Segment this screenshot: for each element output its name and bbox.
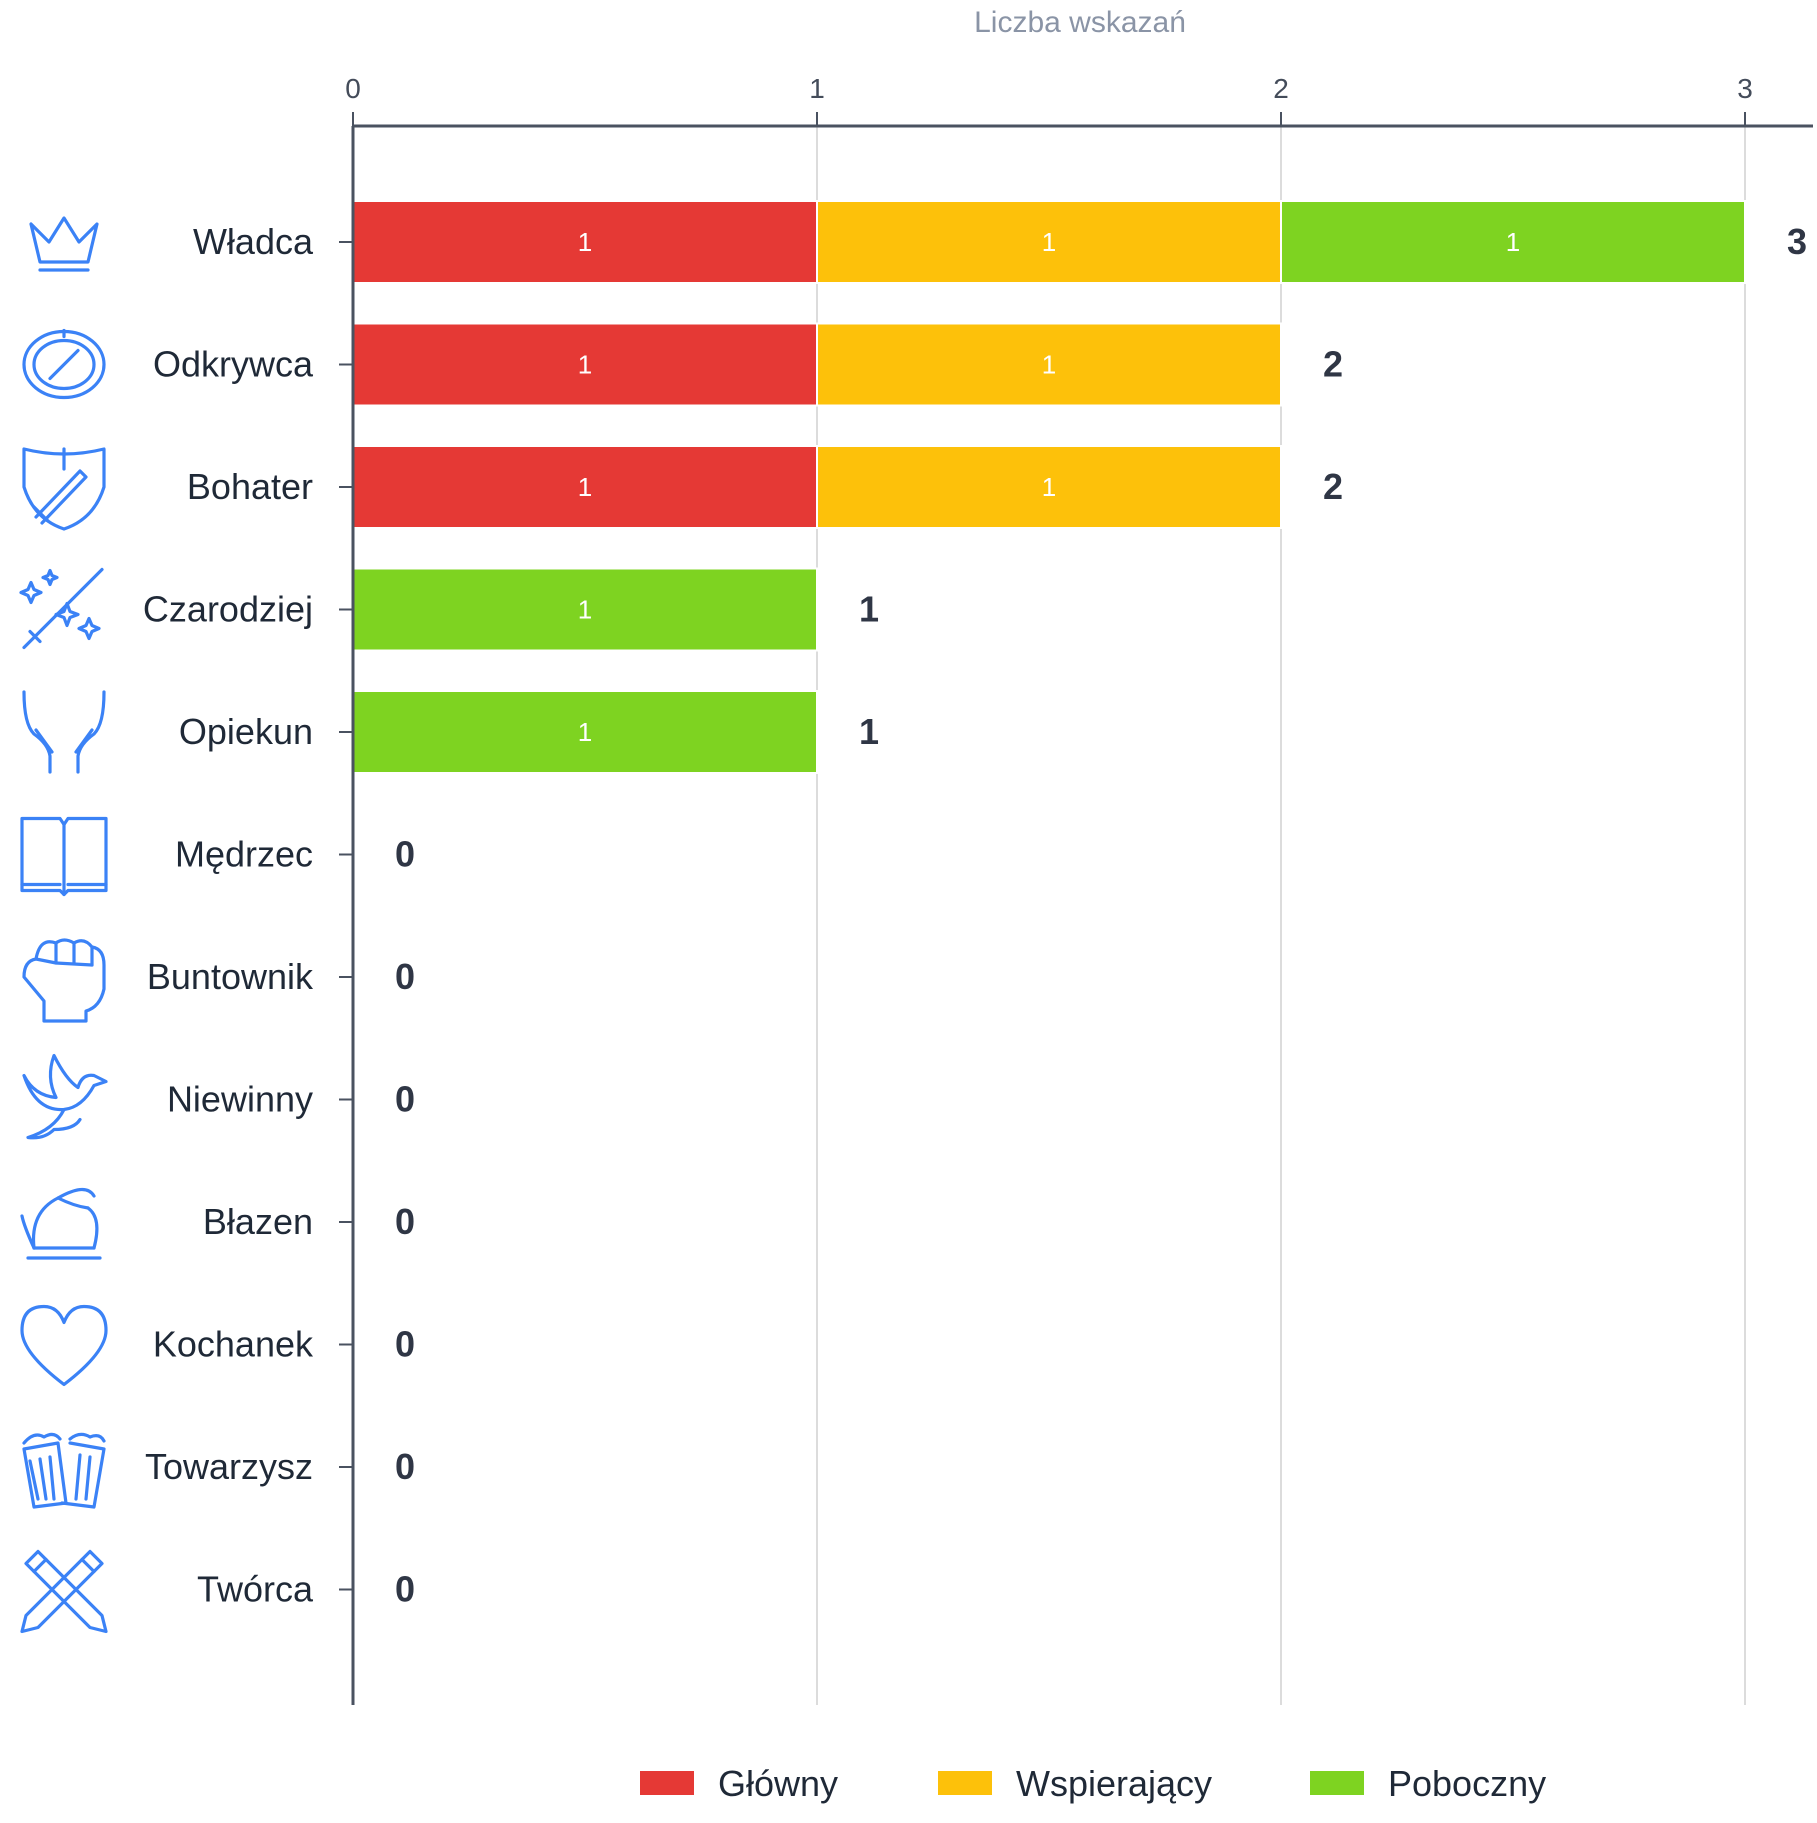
total-value-label: 0 (395, 1569, 415, 1610)
icon-stroke (32, 1557, 48, 1574)
dove-icon (22, 1053, 108, 1140)
icon-stroke (74, 728, 94, 754)
segment-value-label: 1 (578, 350, 592, 380)
category-label: Opiekun (179, 711, 313, 752)
total-value-label: 0 (395, 1324, 415, 1365)
category-label: Mędrzec (175, 834, 313, 875)
shield-sword-icon (22, 447, 106, 531)
open-book-icon (20, 816, 108, 897)
bars: 1 1 1 3 1 1 2 1 1 2 1 1 1 1 0 0 0 0 0 0 0 (352, 200, 1807, 1610)
icon-stroke (22, 1053, 108, 1112)
icon-stroke (29, 216, 99, 264)
total-value-label: 0 (395, 1201, 415, 1242)
heart-icon (20, 1304, 108, 1387)
category-label: Błazen (203, 1201, 313, 1242)
total-value-label: 0 (395, 1446, 415, 1487)
segment-value-label: 1 (1042, 472, 1056, 502)
icon-stroke (41, 568, 59, 587)
crown-icon (29, 216, 99, 272)
legend-swatch (1310, 1771, 1364, 1795)
icon-stroke (19, 580, 43, 605)
category-label: Władca (193, 221, 314, 262)
category-label: Niewinny (167, 1079, 313, 1120)
stacked-bar-chart: Liczba wskazań 0123 1 1 1 31 1 21 1 21 11 1000000… (19, 6, 1813, 1804)
beer-mugs-icon (22, 1432, 106, 1509)
icon-stroke (26, 1107, 82, 1140)
legend-label: Poboczny (1388, 1763, 1546, 1804)
icon-stroke (22, 1432, 106, 1445)
icon-stroke (28, 1455, 56, 1501)
legend: Główny Wspierający Poboczny (640, 1763, 1546, 1804)
total-value-label: 0 (395, 956, 415, 997)
segment-value-label: 1 (578, 472, 592, 502)
legend-label: Wspierający (1016, 1763, 1212, 1804)
category-label: Twórca (197, 1569, 314, 1610)
total-value-label: 1 (859, 711, 879, 752)
x-tick-label: 3 (1737, 73, 1753, 104)
segment-value-label: 1 (1042, 350, 1056, 380)
icon-stroke (20, 1549, 104, 1634)
crossed-pencils-icon (20, 1549, 108, 1634)
magic-wand-icon (19, 567, 104, 650)
icon-stroke (34, 728, 54, 754)
icon-stroke (56, 1196, 90, 1210)
category-label: Czarodziej (143, 589, 313, 630)
segment-value-label: 1 (1042, 227, 1056, 257)
total-value-label: 0 (395, 1079, 415, 1120)
raised-fist-icon (22, 938, 106, 1023)
total-value-label: 3 (1787, 221, 1807, 262)
category-label: Towarzysz (145, 1446, 313, 1487)
total-value-label: 0 (395, 834, 415, 875)
icon-stroke (24, 1549, 108, 1634)
legend-label: Główny (718, 1763, 838, 1804)
icon-stroke (26, 1246, 102, 1260)
icon-stroke (34, 957, 94, 967)
icon-stroke (48, 348, 80, 381)
segment-value-label: 1 (578, 717, 592, 747)
icon-stroke (54, 601, 80, 628)
legend-swatch (938, 1771, 992, 1795)
caring-hands-icon (22, 690, 106, 774)
icon-stroke (20, 1304, 108, 1387)
segment-value-label: 1 (578, 227, 592, 257)
category-labels: Władca Odkrywca Bohater Czarodziej Opiekun Mę… (143, 221, 314, 1610)
category-label: Odkrywca (153, 344, 314, 385)
segment-value-label: 1 (578, 595, 592, 625)
x-tick-label: 2 (1273, 73, 1289, 104)
x-tick-label: 1 (809, 73, 825, 104)
x-axis-title: Liczba wskazań (974, 6, 1186, 39)
compass-icon (22, 328, 106, 400)
icon-stroke (80, 1557, 96, 1574)
icon-stroke (60, 1441, 106, 1509)
total-value-label: 2 (1323, 466, 1343, 507)
category-label: Buntownik (147, 956, 314, 997)
category-icons (19, 216, 108, 1634)
icon-stroke (77, 616, 101, 641)
category-label: Kochanek (153, 1324, 314, 1365)
jester-hat-icon (20, 1187, 102, 1260)
category-label: Bohater (187, 466, 313, 507)
icon-stroke (20, 1214, 36, 1250)
icon-stroke (86, 1206, 99, 1250)
x-tick-label: 0 (345, 73, 361, 104)
x-axis-ticks: 0 1 2 3 (345, 73, 1753, 126)
legend-swatch (640, 1771, 694, 1795)
total-value-label: 2 (1323, 344, 1343, 385)
icon-stroke (74, 1453, 92, 1501)
total-value-label: 1 (859, 589, 879, 630)
icon-stroke (31, 1187, 96, 1250)
segment-value-label: 1 (1506, 227, 1520, 257)
icon-stroke (32, 505, 50, 523)
